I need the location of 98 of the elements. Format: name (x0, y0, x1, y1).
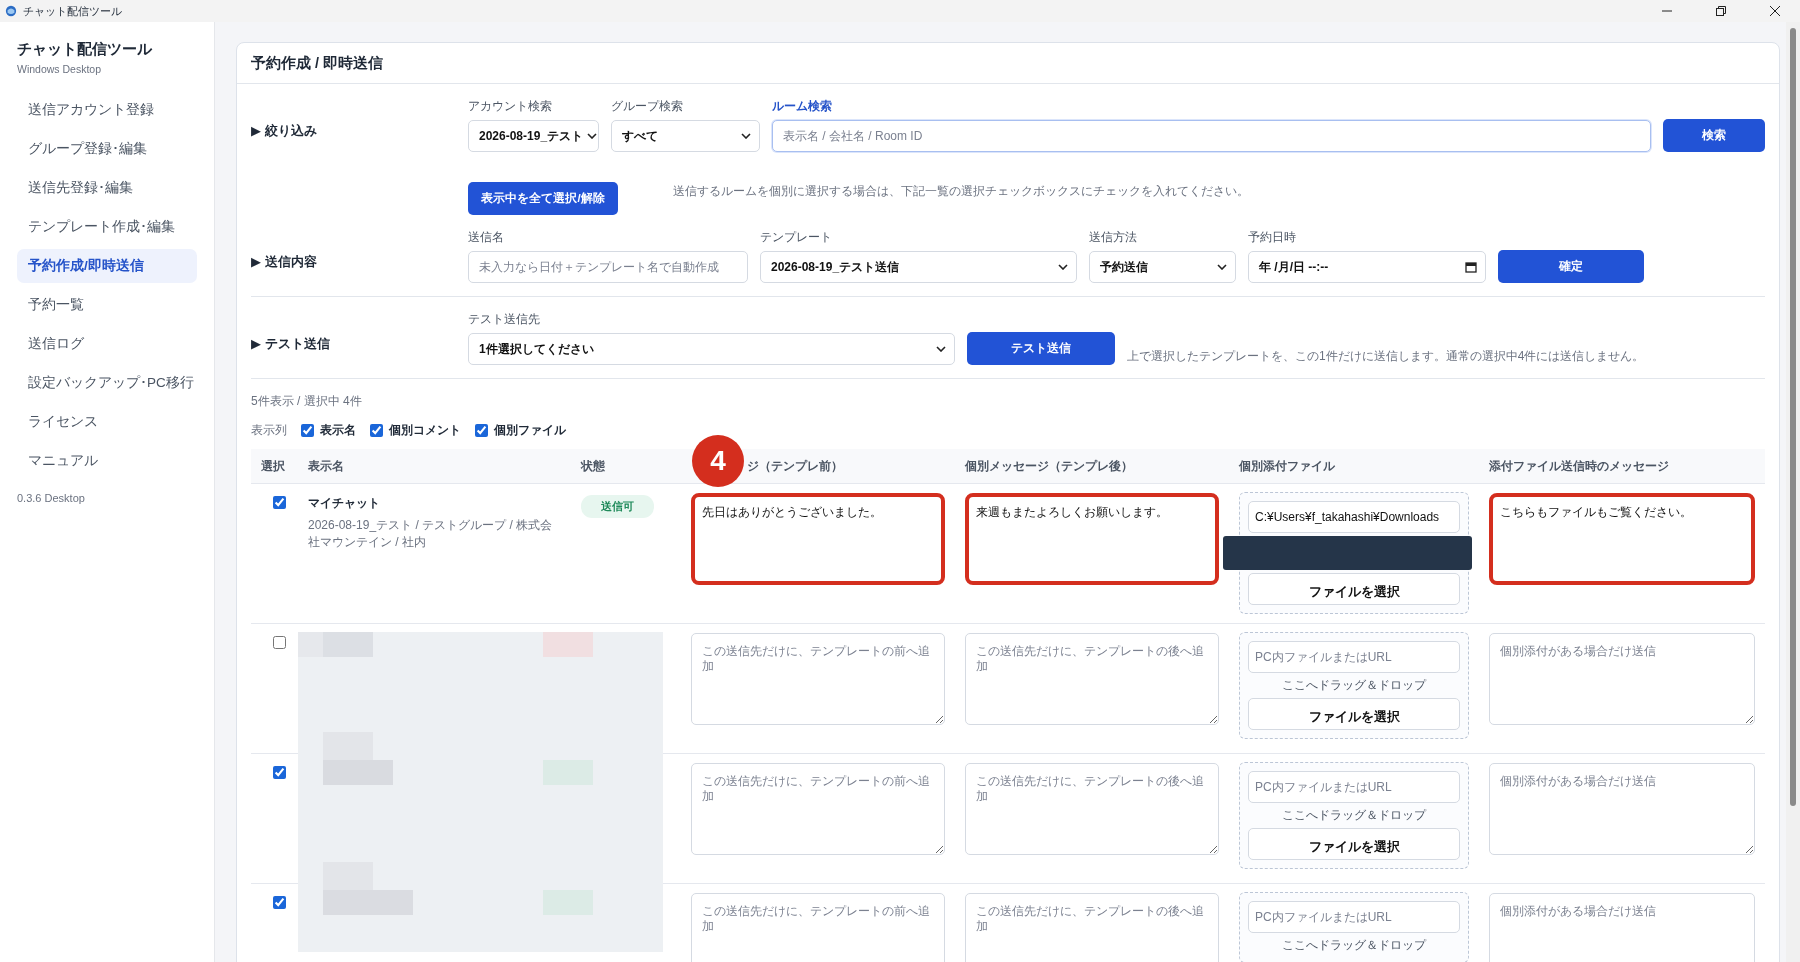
section-label: ▶ 絞り込み (251, 122, 318, 140)
row-checkbox[interactable] (273, 896, 286, 909)
field-label: ルーム検索 (772, 98, 833, 115)
app-subtitle: Windows Desktop (17, 63, 103, 75)
file-drop-zone[interactable]: PC内ファイルまたはURL ここへドラッグ＆ドロップ ファイルを選択 (1239, 762, 1469, 869)
column-header: 表示名 (308, 458, 344, 473)
sidebar-item[interactable]: 予約作成/即時送信 (17, 249, 197, 283)
app-icon (5, 5, 17, 17)
sidebar-item[interactable]: マニュアル (17, 444, 197, 478)
toggle-label: 表示列 (251, 422, 287, 439)
status-badge: 送信可 (581, 495, 654, 518)
sidebar-item[interactable]: 送信アカウント登録 (17, 93, 197, 127)
search-button[interactable]: 検索 (1663, 119, 1765, 152)
row-checkbox[interactable] (273, 496, 286, 509)
message-after-field[interactable]: 来週もまたよろしくお願いします。 (965, 493, 1219, 585)
confirm-button[interactable]: 確定 (1498, 250, 1644, 283)
row-checkbox[interactable] (273, 636, 286, 649)
step-badge: 4 (692, 435, 744, 487)
message-before-field[interactable]: この送信先だけに、テンプレートの前へ追加 (691, 763, 945, 855)
field-label: 送信方法 (1089, 229, 1138, 246)
file-path-field[interactable]: PC内ファイルまたはURL (1248, 641, 1460, 673)
field-label: アカウント検索 (468, 98, 553, 115)
sidebar-item[interactable]: グループ登録･編集 (17, 132, 197, 166)
test-send-button[interactable]: テスト送信 (967, 332, 1115, 365)
checkbox[interactable] (301, 424, 314, 437)
sidebar-item[interactable]: テンプレート作成･編集 (17, 210, 197, 244)
field-label: 送信名 (468, 229, 505, 246)
restore-icon[interactable] (1716, 6, 1726, 16)
checkbox-label: 個別コメント (389, 422, 461, 439)
attach-message-field[interactable]: 個別添付がある場合だけ送信 (1489, 763, 1755, 855)
calendar-icon (1465, 261, 1477, 273)
file-path-field[interactable]: PC内ファイルまたはURL (1248, 771, 1460, 803)
method-select[interactable]: 予約送信 (1089, 251, 1236, 283)
chevron-down-icon (741, 133, 751, 139)
checkbox[interactable] (475, 424, 488, 437)
page-title: 予約作成 / 即時送信 (251, 53, 384, 73)
choose-file-button[interactable]: ファイルを選択 (1248, 573, 1460, 605)
field-label: グループ検索 (611, 98, 684, 115)
window-title: チャット配信ツール (23, 3, 122, 19)
sidebar-item[interactable]: 設定バックアップ･PC移行 (17, 366, 197, 400)
room-search-field[interactable]: 表示名 / 会社名 / Room ID (772, 120, 1651, 152)
file-drop-zone[interactable]: PC内ファイルまたはURL ここへドラッグ＆ドロップ (1239, 892, 1469, 962)
checkbox[interactable] (370, 424, 383, 437)
send-name-field[interactable]: 未入力なら日付＋テンプレート名で自動作成 (468, 251, 748, 283)
attach-message-field[interactable]: 個別添付がある場合だけ送信 (1489, 893, 1755, 962)
column-header: 個別添付ファイル (1239, 458, 1335, 473)
chevron-down-icon (1058, 264, 1068, 270)
field-label: テンプレート (760, 229, 833, 246)
choose-file-button[interactable]: ファイルを選択 (1248, 828, 1460, 860)
hint-text: 上で選択したテンプレートを、この1件だけに送信します。通常の選択中4件には送信しません。 (1127, 348, 1645, 365)
column-header: 添付ファイル送信時のメッセージ (1489, 458, 1669, 473)
drop-hint: ここへドラッグ＆ドロップ (1281, 937, 1428, 954)
version-label: 0.3.6 Desktop (17, 492, 86, 504)
message-after-field[interactable]: この送信先だけに、テンプレートの後へ追加 (965, 893, 1219, 962)
app-name: チャット配信ツール (17, 40, 153, 59)
column-header: ジ（テンプレ前） (747, 458, 843, 473)
test-target-select[interactable]: 1件選択してください (468, 333, 955, 365)
sidebar-item[interactable]: 送信ログ (17, 327, 197, 361)
field-label: 予約日時 (1248, 229, 1297, 246)
attach-message-field[interactable]: こちらもファイルもご覧ください。 (1489, 493, 1755, 585)
column-header: 個別メッセージ（テンプレ後） (965, 458, 1133, 473)
close-icon[interactable] (1770, 6, 1780, 16)
room-detail: 2026-08-19_テスト / テストグループ / 株式会社マウンテイン / 社内 (308, 517, 554, 552)
message-before-field[interactable]: この送信先だけに、テンプレートの前へ追加 (691, 633, 945, 725)
message-after-field[interactable]: この送信先だけに、テンプレートの後へ追加 (965, 763, 1219, 855)
chevron-down-icon (1217, 264, 1227, 270)
message-before-field[interactable]: この送信先だけに、テンプレートの前へ追加 (691, 893, 945, 962)
sidebar-item[interactable]: 送信先登録･編集 (17, 171, 197, 205)
account-select[interactable]: 2026-08-19_テスト (468, 120, 599, 152)
message-after-field[interactable]: この送信先だけに、テンプレートの後へ追加 (965, 633, 1219, 725)
field-label: テスト送信先 (468, 311, 541, 328)
hint-text: 送信するルームを個別に選択する場合は、下記一覧の選択チェックボックスにチェックを入れてください。 (673, 183, 1249, 200)
select-all-button[interactable]: 表示中を全て選択/解除 (468, 182, 618, 215)
group-select[interactable]: すべて (611, 120, 760, 152)
choose-file-button[interactable]: ファイルを選択 (1248, 698, 1460, 730)
datetime-field[interactable]: 年 /月/日 --:-- (1248, 251, 1486, 283)
sidebar-item[interactable]: ライセンス (17, 405, 197, 439)
file-path-field[interactable]: PC内ファイルまたはURL (1248, 901, 1460, 933)
section-label: ▶ 送信内容 (251, 253, 318, 271)
chevron-down-icon (587, 133, 598, 139)
room-name: マイチャット (308, 495, 381, 512)
drop-hint: ここへドラッグ＆ドロップ (1281, 677, 1428, 694)
file-drop-zone[interactable]: PC内ファイルまたはURL ここへドラッグ＆ドロップ ファイルを選択 (1239, 632, 1469, 739)
template-select[interactable]: 2026-08-19_テスト送信 (760, 251, 1077, 283)
sidebar-item[interactable]: 予約一覧 (17, 288, 197, 322)
count-summary: 5件表示 / 選択中 4件 (251, 393, 363, 410)
attach-message-field[interactable]: 個別添付がある場合だけ送信 (1489, 633, 1755, 725)
scrollbar-thumb[interactable] (1790, 28, 1796, 806)
column-header: 選択 (261, 458, 285, 473)
section-label: ▶ テスト送信 (251, 335, 331, 353)
row-checkbox[interactable] (273, 766, 286, 779)
message-before-field[interactable]: 先日はありがとうございました。 (691, 493, 945, 585)
checkbox-label: 個別ファイル (494, 422, 566, 439)
file-path-field[interactable]: C:¥Users¥f_takahashi¥Downloads (1248, 501, 1460, 533)
checkbox-label: 表示名 (320, 422, 356, 439)
column-header: 状態 (581, 458, 605, 473)
chevron-down-icon (936, 346, 946, 352)
drop-hint: ここへドラッグ＆ドロップ (1281, 807, 1428, 824)
